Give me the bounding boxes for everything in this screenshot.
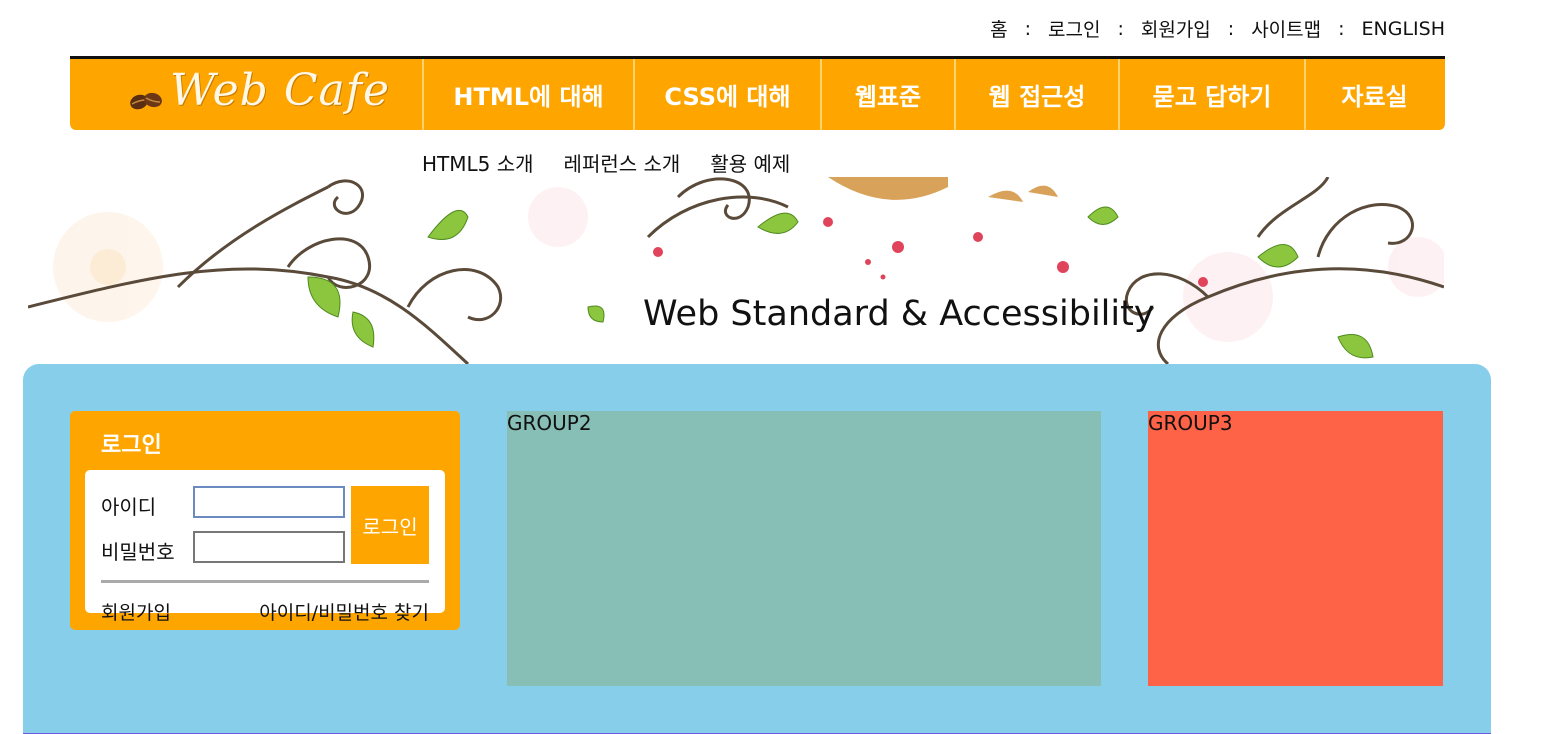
submenu-item-examples[interactable]: 활용 예제 — [710, 148, 790, 177]
content-area: 로그인 아이디 비밀번호 로그인 회원가입 아이디/비밀번호 찾기 GROUP2… — [23, 364, 1491, 734]
nav-item-qna[interactable]: 묻고 답하기 — [1118, 59, 1304, 130]
find-account-link[interactable]: 아이디/비밀번호 찾기 — [259, 598, 429, 625]
nav-item-accessibility[interactable]: 웹 접근성 — [954, 59, 1118, 130]
util-separator: : — [1117, 17, 1124, 40]
util-link-english[interactable]: ENGLISH — [1362, 18, 1445, 40]
password-input[interactable] — [193, 531, 345, 563]
hero-banner: Web Standard & Accessibility — [28, 177, 1444, 364]
site-logo[interactable]: Web Cafe — [70, 59, 422, 130]
banner-title: Web Standard & Accessibility — [643, 294, 1155, 334]
util-link-sitemap[interactable]: 사이트맵 — [1251, 15, 1321, 42]
nav-menu: HTML에 대해 CSS에 대해 웹표준 웹 접근성 묻고 답하기 자료실 — [422, 59, 1443, 130]
utility-menu: 홈 : 로그인 : 회원가입 : 사이트맵 : ENGLISH — [990, 15, 1445, 42]
sub-menu: HTML5 소개 레퍼런스 소개 활용 예제 — [422, 148, 820, 177]
submenu-item-reference[interactable]: 레퍼런스 소개 — [564, 148, 681, 177]
login-button[interactable]: 로그인 — [351, 486, 429, 564]
logo-text: Web Cafe — [170, 65, 391, 116]
submenu-item-html5[interactable]: HTML5 소개 — [422, 148, 534, 177]
main-nav: Web Cafe HTML에 대해 CSS에 대해 웹표준 웹 접근성 묻고 답… — [70, 59, 1445, 130]
login-form: 아이디 비밀번호 로그인 회원가입 아이디/비밀번호 찾기 — [85, 470, 445, 624]
util-separator: : — [1024, 17, 1031, 40]
nav-item-web-standard[interactable]: 웹표준 — [820, 59, 954, 130]
util-link-join[interactable]: 회원가입 — [1141, 15, 1211, 42]
coffee-beans-icon — [130, 92, 162, 110]
util-separator: : — [1227, 17, 1235, 40]
nav-item-html[interactable]: HTML에 대해 — [422, 59, 633, 130]
join-link[interactable]: 회원가입 — [101, 598, 171, 625]
id-label: 아이디 — [101, 495, 157, 519]
login-title: 로그인 — [101, 433, 162, 458]
util-link-login[interactable]: 로그인 — [1048, 15, 1100, 42]
group2-panel: GROUP2 — [507, 411, 1101, 686]
nav-item-css[interactable]: CSS에 대해 — [633, 59, 820, 130]
login-box: 로그인 아이디 비밀번호 로그인 회원가입 아이디/비밀번호 찾기 — [70, 411, 460, 630]
group3-label: GROUP3 — [1148, 411, 1233, 435]
group3-panel: GROUP3 — [1148, 411, 1443, 686]
util-link-home[interactable]: 홈 — [990, 15, 1007, 42]
floral-banner-art — [28, 177, 1444, 364]
id-input[interactable] — [193, 486, 345, 518]
group2-label: GROUP2 — [507, 411, 592, 435]
password-label: 비밀번호 — [101, 540, 175, 564]
nav-item-archive[interactable]: 자료실 — [1304, 59, 1443, 130]
login-divider — [101, 580, 429, 583]
util-separator: : — [1338, 17, 1345, 40]
